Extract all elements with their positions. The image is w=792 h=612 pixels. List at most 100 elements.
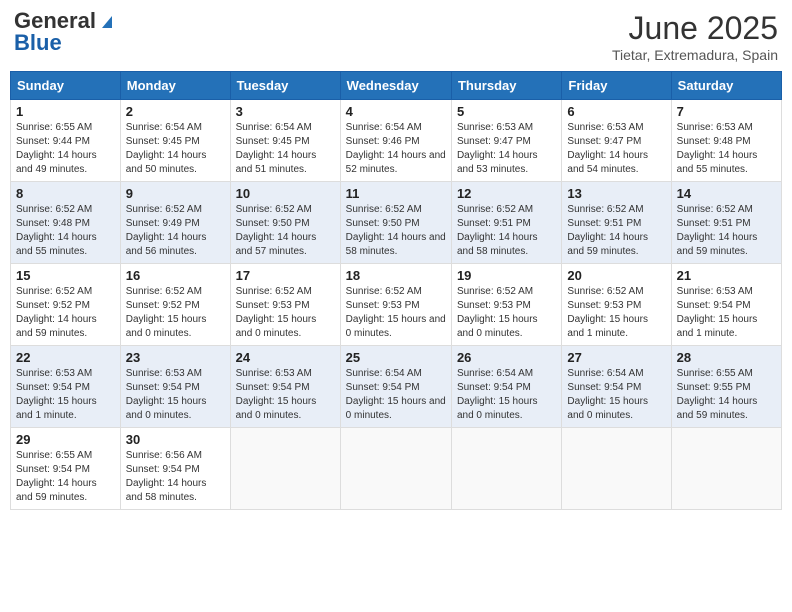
day-number: 5 [457, 104, 556, 119]
cell-content: Sunrise: 6:54 AM Sunset: 9:45 PM Dayligh… [236, 121, 335, 177]
col-monday: Monday [120, 72, 230, 100]
day-number: 23 [126, 350, 225, 365]
cell-content: Sunrise: 6:52 AM Sunset: 9:53 PM Dayligh… [346, 285, 446, 341]
cell-content: Sunrise: 6:54 AM Sunset: 9:54 PM Dayligh… [457, 367, 556, 423]
cell-content: Sunrise: 6:52 AM Sunset: 9:48 PM Dayligh… [16, 203, 115, 259]
table-row: 21 Sunrise: 6:53 AM Sunset: 9:54 PM Dayl… [671, 264, 781, 346]
day-number: 10 [236, 186, 335, 201]
day-number: 24 [236, 350, 335, 365]
table-row: 26 Sunrise: 6:54 AM Sunset: 9:54 PM Dayl… [451, 346, 561, 428]
table-row: 30 Sunrise: 6:56 AM Sunset: 9:54 PM Dayl… [120, 428, 230, 510]
table-row: 25 Sunrise: 6:54 AM Sunset: 9:54 PM Dayl… [340, 346, 451, 428]
day-number: 30 [126, 432, 225, 447]
calendar-week-row: 1 Sunrise: 6:55 AM Sunset: 9:44 PM Dayli… [11, 100, 782, 182]
table-row [230, 428, 340, 510]
col-tuesday: Tuesday [230, 72, 340, 100]
table-row: 2 Sunrise: 6:54 AM Sunset: 9:45 PM Dayli… [120, 100, 230, 182]
day-number: 26 [457, 350, 556, 365]
day-number: 14 [677, 186, 776, 201]
cell-content: Sunrise: 6:53 AM Sunset: 9:54 PM Dayligh… [677, 285, 776, 341]
cell-content: Sunrise: 6:54 AM Sunset: 9:46 PM Dayligh… [346, 121, 446, 177]
day-number: 29 [16, 432, 115, 447]
cell-content: Sunrise: 6:52 AM Sunset: 9:49 PM Dayligh… [126, 203, 225, 259]
day-number: 3 [236, 104, 335, 119]
table-row: 8 Sunrise: 6:52 AM Sunset: 9:48 PM Dayli… [11, 182, 121, 264]
calendar-header-row: Sunday Monday Tuesday Wednesday Thursday… [11, 72, 782, 100]
day-number: 18 [346, 268, 446, 283]
day-number: 15 [16, 268, 115, 283]
day-number: 20 [567, 268, 665, 283]
table-row: 6 Sunrise: 6:53 AM Sunset: 9:47 PM Dayli… [562, 100, 671, 182]
table-row: 24 Sunrise: 6:53 AM Sunset: 9:54 PM Dayl… [230, 346, 340, 428]
table-row: 12 Sunrise: 6:52 AM Sunset: 9:51 PM Dayl… [451, 182, 561, 264]
day-number: 16 [126, 268, 225, 283]
day-number: 4 [346, 104, 446, 119]
cell-content: Sunrise: 6:55 AM Sunset: 9:44 PM Dayligh… [16, 121, 115, 177]
day-number: 25 [346, 350, 446, 365]
table-row [340, 428, 451, 510]
calendar-week-row: 29 Sunrise: 6:55 AM Sunset: 9:54 PM Dayl… [11, 428, 782, 510]
location-text: Tietar, Extremadura, Spain [612, 47, 778, 63]
cell-content: Sunrise: 6:52 AM Sunset: 9:53 PM Dayligh… [457, 285, 556, 341]
col-saturday: Saturday [671, 72, 781, 100]
cell-content: Sunrise: 6:52 AM Sunset: 9:51 PM Dayligh… [677, 203, 776, 259]
day-number: 28 [677, 350, 776, 365]
day-number: 21 [677, 268, 776, 283]
table-row: 10 Sunrise: 6:52 AM Sunset: 9:50 PM Dayl… [230, 182, 340, 264]
logo-general-text: General [14, 10, 96, 32]
day-number: 11 [346, 186, 446, 201]
table-row: 23 Sunrise: 6:53 AM Sunset: 9:54 PM Dayl… [120, 346, 230, 428]
cell-content: Sunrise: 6:53 AM Sunset: 9:54 PM Dayligh… [16, 367, 115, 423]
table-row: 19 Sunrise: 6:52 AM Sunset: 9:53 PM Dayl… [451, 264, 561, 346]
table-row: 14 Sunrise: 6:52 AM Sunset: 9:51 PM Dayl… [671, 182, 781, 264]
calendar-week-row: 8 Sunrise: 6:52 AM Sunset: 9:48 PM Dayli… [11, 182, 782, 264]
day-number: 9 [126, 186, 225, 201]
table-row: 16 Sunrise: 6:52 AM Sunset: 9:52 PM Dayl… [120, 264, 230, 346]
table-row: 13 Sunrise: 6:52 AM Sunset: 9:51 PM Dayl… [562, 182, 671, 264]
calendar-week-row: 22 Sunrise: 6:53 AM Sunset: 9:54 PM Dayl… [11, 346, 782, 428]
table-row: 29 Sunrise: 6:55 AM Sunset: 9:54 PM Dayl… [11, 428, 121, 510]
day-number: 7 [677, 104, 776, 119]
day-number: 6 [567, 104, 665, 119]
day-number: 12 [457, 186, 556, 201]
title-block: June 2025 Tietar, Extremadura, Spain [612, 10, 778, 63]
cell-content: Sunrise: 6:54 AM Sunset: 9:54 PM Dayligh… [567, 367, 665, 423]
table-row: 3 Sunrise: 6:54 AM Sunset: 9:45 PM Dayli… [230, 100, 340, 182]
cell-content: Sunrise: 6:55 AM Sunset: 9:55 PM Dayligh… [677, 367, 776, 423]
calendar-table: Sunday Monday Tuesday Wednesday Thursday… [10, 71, 782, 510]
calendar-week-row: 15 Sunrise: 6:52 AM Sunset: 9:52 PM Dayl… [11, 264, 782, 346]
table-row: 9 Sunrise: 6:52 AM Sunset: 9:49 PM Dayli… [120, 182, 230, 264]
col-friday: Friday [562, 72, 671, 100]
cell-content: Sunrise: 6:54 AM Sunset: 9:45 PM Dayligh… [126, 121, 225, 177]
day-number: 27 [567, 350, 665, 365]
table-row: 5 Sunrise: 6:53 AM Sunset: 9:47 PM Dayli… [451, 100, 561, 182]
table-row: 18 Sunrise: 6:52 AM Sunset: 9:53 PM Dayl… [340, 264, 451, 346]
cell-content: Sunrise: 6:55 AM Sunset: 9:54 PM Dayligh… [16, 449, 115, 505]
day-number: 19 [457, 268, 556, 283]
table-row: 7 Sunrise: 6:53 AM Sunset: 9:48 PM Dayli… [671, 100, 781, 182]
table-row [451, 428, 561, 510]
page-header: General Blue June 2025 Tietar, Extremadu… [10, 10, 782, 63]
day-number: 22 [16, 350, 115, 365]
cell-content: Sunrise: 6:53 AM Sunset: 9:48 PM Dayligh… [677, 121, 776, 177]
day-number: 8 [16, 186, 115, 201]
cell-content: Sunrise: 6:52 AM Sunset: 9:53 PM Dayligh… [567, 285, 665, 341]
month-title: June 2025 [612, 10, 778, 47]
day-number: 17 [236, 268, 335, 283]
table-row: 22 Sunrise: 6:53 AM Sunset: 9:54 PM Dayl… [11, 346, 121, 428]
cell-content: Sunrise: 6:52 AM Sunset: 9:52 PM Dayligh… [16, 285, 115, 341]
table-row: 15 Sunrise: 6:52 AM Sunset: 9:52 PM Dayl… [11, 264, 121, 346]
cell-content: Sunrise: 6:53 AM Sunset: 9:54 PM Dayligh… [236, 367, 335, 423]
col-sunday: Sunday [11, 72, 121, 100]
table-row: 28 Sunrise: 6:55 AM Sunset: 9:55 PM Dayl… [671, 346, 781, 428]
cell-content: Sunrise: 6:52 AM Sunset: 9:50 PM Dayligh… [346, 203, 446, 259]
table-row: 20 Sunrise: 6:52 AM Sunset: 9:53 PM Dayl… [562, 264, 671, 346]
cell-content: Sunrise: 6:52 AM Sunset: 9:51 PM Dayligh… [567, 203, 665, 259]
col-wednesday: Wednesday [340, 72, 451, 100]
cell-content: Sunrise: 6:52 AM Sunset: 9:52 PM Dayligh… [126, 285, 225, 341]
cell-content: Sunrise: 6:52 AM Sunset: 9:50 PM Dayligh… [236, 203, 335, 259]
table-row: 1 Sunrise: 6:55 AM Sunset: 9:44 PM Dayli… [11, 100, 121, 182]
cell-content: Sunrise: 6:52 AM Sunset: 9:53 PM Dayligh… [236, 285, 335, 341]
day-number: 2 [126, 104, 225, 119]
cell-content: Sunrise: 6:54 AM Sunset: 9:54 PM Dayligh… [346, 367, 446, 423]
